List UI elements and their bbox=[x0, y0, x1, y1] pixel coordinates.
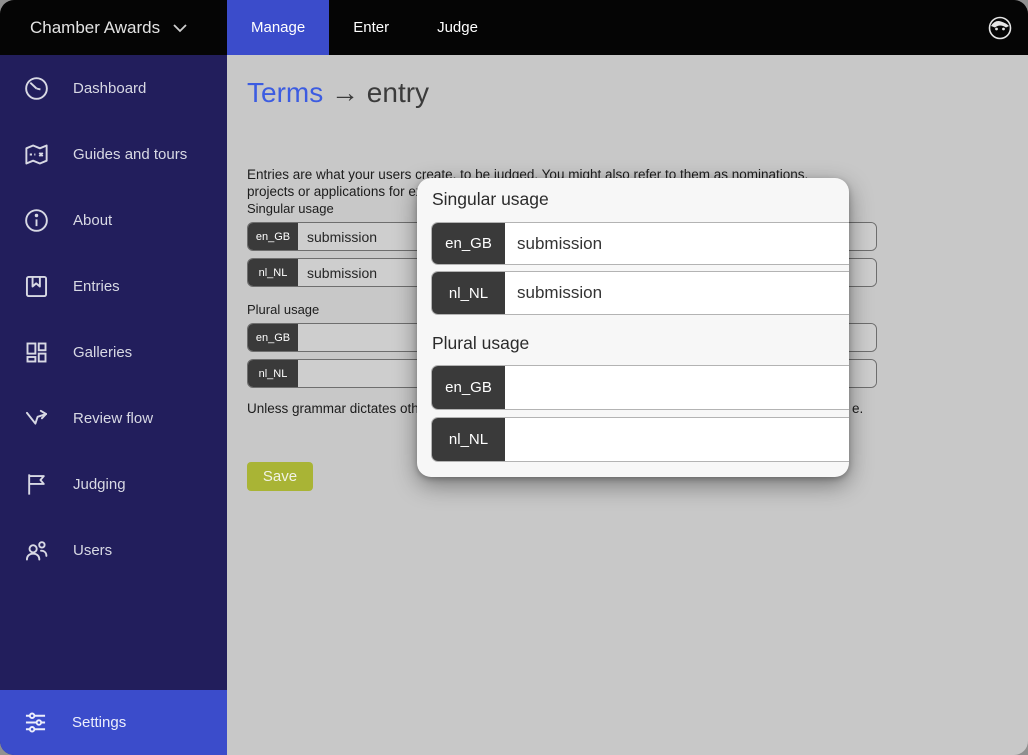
locale-badge: en_GB bbox=[432, 223, 505, 264]
sidebar-item-guides[interactable]: Guides and tours bbox=[0, 121, 227, 187]
flow-arrow-icon bbox=[22, 404, 50, 432]
sidebar-item-settings[interactable]: Settings bbox=[0, 690, 227, 755]
locale-badge: nl_NL bbox=[248, 360, 298, 387]
plural-usage-label: Plural usage bbox=[247, 302, 319, 317]
sidebar-item-label: About bbox=[73, 212, 112, 229]
tab-judge[interactable]: Judge bbox=[413, 0, 502, 55]
grammar-hint-right: e. bbox=[852, 401, 863, 416]
grammar-hint-left: Unless grammar dictates othe bbox=[247, 401, 426, 416]
sidebar-item-label: Review flow bbox=[73, 410, 153, 427]
popup-plural-usage-label: Plural usage bbox=[432, 333, 529, 354]
popup-plural-nl-nl-row: nl_NL bbox=[431, 417, 849, 462]
top-tabs: Manage Enter Judge bbox=[227, 0, 502, 55]
popup-plural-nl-nl-input[interactable] bbox=[505, 418, 849, 461]
people-icon bbox=[22, 536, 50, 564]
sidebar-item-label: Galleries bbox=[73, 344, 132, 361]
map-icon bbox=[22, 140, 50, 168]
popup-plural-en-gb-input[interactable] bbox=[505, 366, 849, 409]
page-title: entry bbox=[367, 77, 429, 108]
masonry-grid-icon bbox=[22, 338, 50, 366]
tab-enter[interactable]: Enter bbox=[329, 0, 413, 55]
account-name: Chamber Awards bbox=[30, 18, 160, 38]
main-content: Terms → entry Entries are what your user… bbox=[227, 55, 1028, 755]
locale-badge: en_GB bbox=[248, 324, 298, 351]
locale-badge: en_GB bbox=[248, 223, 298, 250]
sidebar-item-dashboard[interactable]: Dashboard bbox=[0, 55, 227, 121]
locale-badge: nl_NL bbox=[432, 418, 505, 461]
popup-singular-en-gb-row: en_GB bbox=[431, 222, 849, 265]
popup-singular-nl-nl-input[interactable] bbox=[505, 272, 849, 314]
sidebar-item-galleries[interactable]: Galleries bbox=[0, 319, 227, 385]
user-face-icon bbox=[987, 15, 1013, 41]
sidebar-item-entries[interactable]: Entries bbox=[0, 253, 227, 319]
popup-singular-nl-nl-row: nl_NL bbox=[431, 271, 849, 315]
account-switcher[interactable]: Chamber Awards bbox=[0, 0, 227, 55]
sidebar-item-label: Users bbox=[73, 542, 112, 559]
sidebar-item-about[interactable]: About bbox=[0, 187, 227, 253]
app-window: Chamber Awards Manage Enter Judge bbox=[0, 0, 1028, 755]
locale-badge: en_GB bbox=[432, 366, 505, 409]
top-bar: Chamber Awards Manage Enter Judge bbox=[0, 0, 1028, 55]
flag-icon bbox=[22, 470, 50, 498]
save-button[interactable]: Save bbox=[247, 462, 313, 491]
screenshot-stage: Chamber Awards Manage Enter Judge bbox=[0, 0, 1028, 755]
sidebar-item-users[interactable]: Users bbox=[0, 517, 227, 583]
sidebar-item-review-flow[interactable]: Review flow bbox=[0, 385, 227, 451]
info-circle-icon bbox=[22, 206, 50, 234]
sliders-icon bbox=[22, 709, 49, 736]
sidebar-item-label: Entries bbox=[73, 278, 120, 295]
bookmark-square-icon bbox=[22, 272, 50, 300]
breadcrumb-arrow: → bbox=[331, 77, 359, 108]
tab-manage[interactable]: Manage bbox=[227, 0, 329, 55]
popup-singular-en-gb-input[interactable] bbox=[505, 223, 849, 264]
locale-badge: nl_NL bbox=[248, 259, 298, 286]
user-menu[interactable] bbox=[987, 0, 1028, 55]
breadcrumb-terms-link[interactable]: Terms bbox=[247, 77, 323, 108]
popup-singular-usage-label: Singular usage bbox=[432, 189, 549, 210]
sidebar-item-judging[interactable]: Judging bbox=[0, 451, 227, 517]
clock-gauge-icon bbox=[22, 74, 50, 102]
sidebar-item-label: Guides and tours bbox=[73, 146, 187, 163]
chevron-down-icon bbox=[172, 23, 188, 33]
sidebar-item-label: Judging bbox=[73, 476, 126, 493]
sidebar-item-label: Dashboard bbox=[73, 80, 146, 97]
popup-plural-en-gb-row: en_GB bbox=[431, 365, 849, 410]
breadcrumb: Terms → entry bbox=[247, 77, 429, 109]
singular-usage-label: Singular usage bbox=[247, 201, 334, 216]
sidebar-item-label: Settings bbox=[72, 714, 126, 731]
locale-badge: nl_NL bbox=[432, 272, 505, 314]
sidebar: Dashboard Guides and tours About bbox=[0, 55, 227, 755]
zoom-popup: Singular usage en_GB nl_NL Plural usage … bbox=[417, 178, 849, 477]
